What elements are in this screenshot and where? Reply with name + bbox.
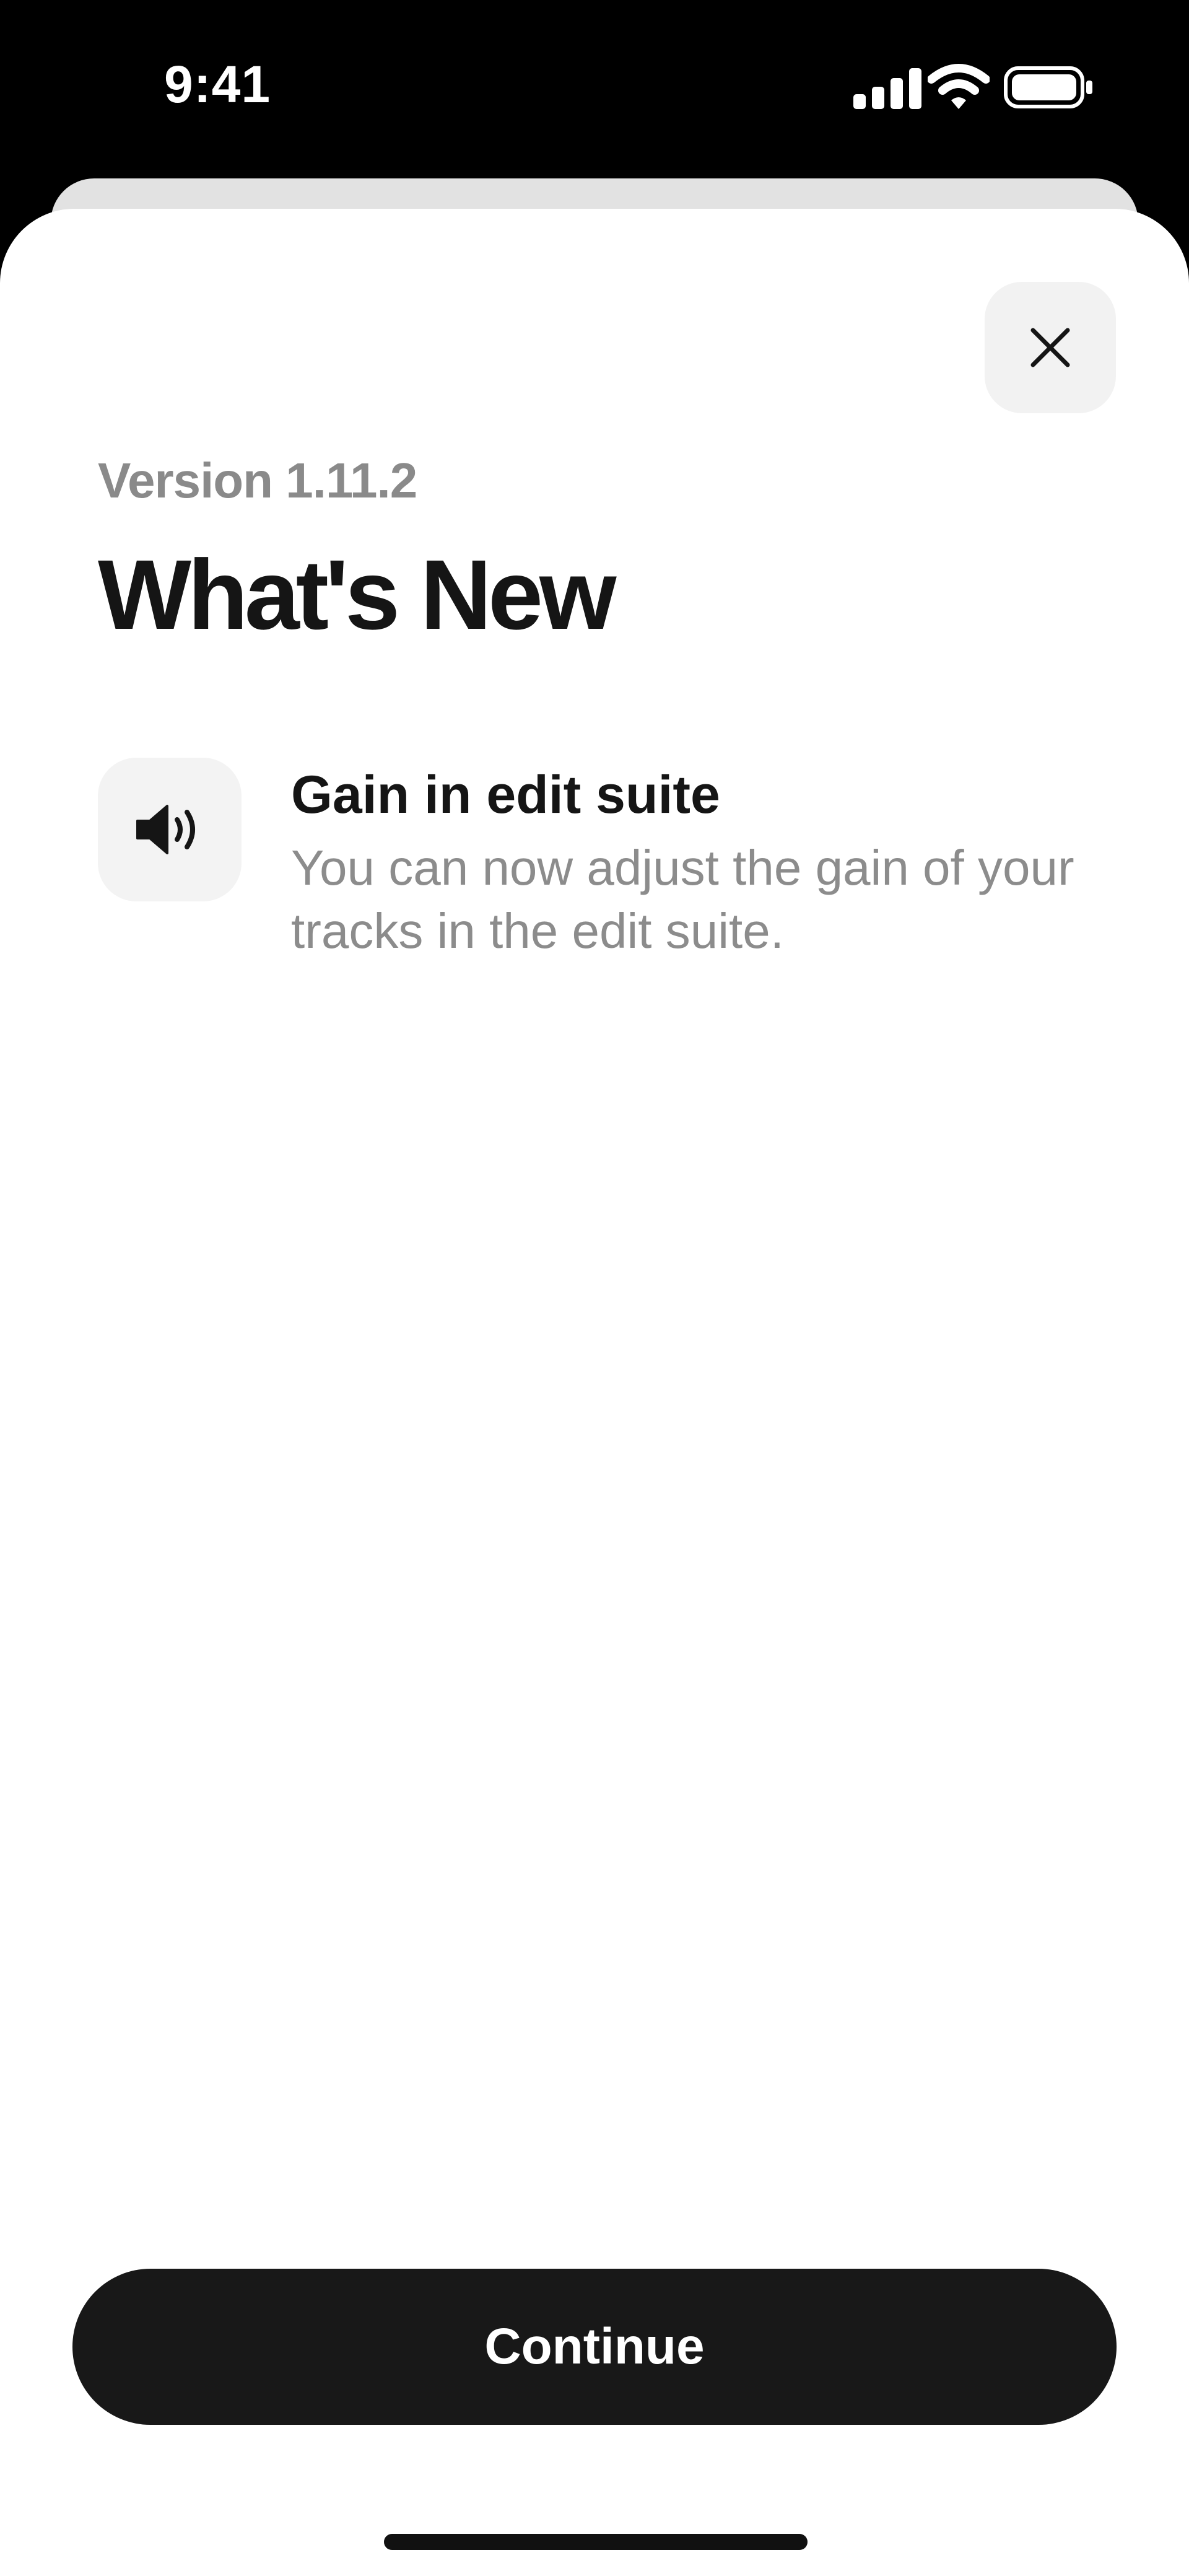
speaker-volume-icon (136, 805, 195, 854)
feature-icon-tile (98, 758, 242, 901)
screen: 9:41 Version 1.11.2 What's New Gain in e… (0, 0, 1189, 2576)
cellular-signal-icon (853, 68, 921, 109)
close-button[interactable] (985, 282, 1116, 413)
home-indicator[interactable] (384, 2534, 808, 2550)
wifi-icon (928, 64, 990, 109)
page-title: What's New (98, 539, 616, 650)
status-time: 9:41 (164, 55, 271, 113)
feature-description: You can now adjust the gain of your trac… (291, 840, 1074, 958)
continue-button[interactable]: Continue (72, 2269, 1117, 2425)
battery-icon (1004, 66, 1092, 108)
status-bar: 9:41 (0, 0, 1189, 177)
version-label: Version 1.11.2 (98, 453, 417, 508)
continue-button-label: Continue (484, 2318, 705, 2375)
close-icon (1030, 328, 1070, 367)
feature-title: Gain in edit suite (291, 765, 720, 825)
